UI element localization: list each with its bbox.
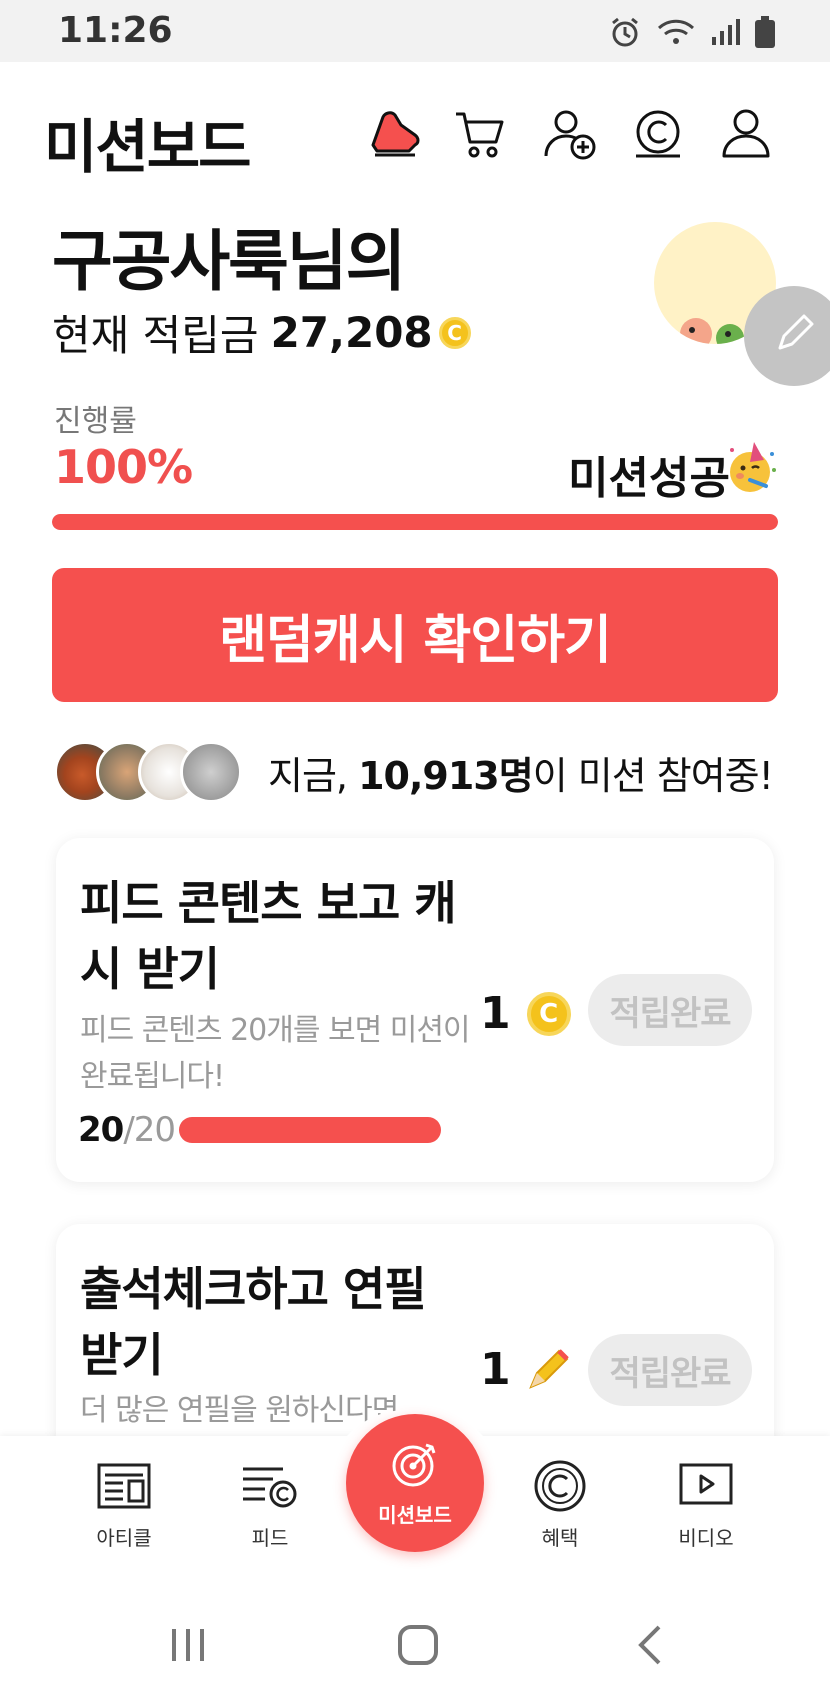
recent-apps-button[interactable] [158, 1620, 218, 1670]
mission-progress: 20/20 [78, 1110, 442, 1150]
back-button[interactable] [620, 1620, 680, 1670]
mission-status-button[interactable]: 적립완료 [588, 1334, 752, 1406]
greeting-name: 구공사룩님의 [52, 223, 406, 300]
nav-item-feed[interactable]: 피드 [210, 1458, 330, 1551]
cash-coin-icon[interactable] [628, 104, 688, 164]
balance-row: 현재 적립금 27,208 C [52, 302, 471, 363]
balance-label: 현재 적립금 [52, 311, 259, 360]
mission-description: 피드 콘텐츠 20개를 보면 미션이 완료됩니다! [80, 1013, 471, 1094]
edit-avatar-button[interactable] [744, 286, 830, 386]
participant-avatar [180, 741, 242, 803]
app-header: 미션보드 [0, 62, 830, 202]
sneaker-icon[interactable] [366, 104, 426, 164]
nav-label: 아티클 [96, 1526, 152, 1550]
benefit-icon [530, 1458, 590, 1514]
video-icon [676, 1458, 736, 1514]
reward-amount: 1 [480, 1344, 511, 1395]
mission-progress-done: 20 [78, 1110, 124, 1150]
mission-reward: 1 [480, 1344, 571, 1395]
home-button[interactable] [388, 1620, 448, 1670]
pencil-icon [525, 1347, 571, 1393]
feed-icon [240, 1458, 300, 1514]
progress-label: 진행률 [54, 404, 137, 439]
nav-label: 피드 [251, 1526, 289, 1550]
nav-item-benefit[interactable]: 혜택 [500, 1458, 620, 1551]
battery-icon [754, 15, 776, 49]
progress-bar [52, 514, 778, 530]
progress-fill [52, 514, 778, 530]
nav-label: 미션보드 [378, 1502, 452, 1527]
mission-card[interactable]: 피드 콘텐츠 보고 캐시 받기 피드 콘텐츠 20개를 보면 미션이 완료됩니다… [56, 838, 774, 1182]
status-time: 11:26 [58, 10, 173, 51]
status-icons [608, 14, 776, 50]
mission-reward: 1 C [480, 988, 571, 1039]
mission-status-text: 미션성공 [568, 453, 730, 504]
wifi-icon [656, 16, 696, 48]
participants-suffix: 이 미션 참여중! [532, 753, 774, 798]
mission-progress-total: /20 [123, 1110, 176, 1150]
signal-icon [710, 17, 740, 47]
nav-item-video[interactable]: 비디오 [646, 1458, 766, 1551]
target-icon [390, 1439, 440, 1493]
party-face-icon [724, 440, 780, 496]
profile-icon[interactable] [716, 104, 776, 164]
cart-icon[interactable] [450, 104, 510, 164]
mission-status-button[interactable]: 적립완료 [588, 974, 752, 1046]
cash-coin-icon: C [438, 316, 471, 349]
mission-progress-bar [179, 1117, 442, 1143]
progress-value: 100% [54, 440, 193, 494]
nav-label: 혜택 [541, 1526, 579, 1550]
article-icon [94, 1458, 154, 1514]
alarm-icon [608, 15, 642, 49]
participants-count: 10,913명 [358, 753, 534, 798]
mission-title: 출석체크하고 연필 받기 [80, 1262, 427, 1382]
balance-value: 27,208 [270, 308, 433, 357]
participants-text: 지금, 10,913명이 미션 참여중! [268, 745, 774, 800]
status-bar: 11:26 [0, 0, 830, 62]
pencil-icon [772, 312, 816, 360]
nav-label: 비디오 [678, 1526, 734, 1550]
system-nav-bar [0, 1580, 830, 1706]
add-friend-icon[interactable] [540, 104, 600, 164]
participants-prefix: 지금, [268, 753, 359, 798]
nav-item-article[interactable]: 아티클 [64, 1458, 184, 1551]
page-title: 미션보드 [44, 113, 251, 181]
reward-amount: 1 [480, 988, 511, 1039]
random-cash-button[interactable]: 랜덤캐시 확인하기 [52, 568, 778, 702]
participants-row: 지금, 10,913명이 미션 참여중! [54, 740, 774, 804]
cash-coin-icon: C [526, 991, 571, 1036]
nav-item-missionboard[interactable]: 미션보드 [346, 1414, 484, 1552]
mission-title: 피드 콘텐츠 보고 캐시 받기 [80, 876, 457, 996]
